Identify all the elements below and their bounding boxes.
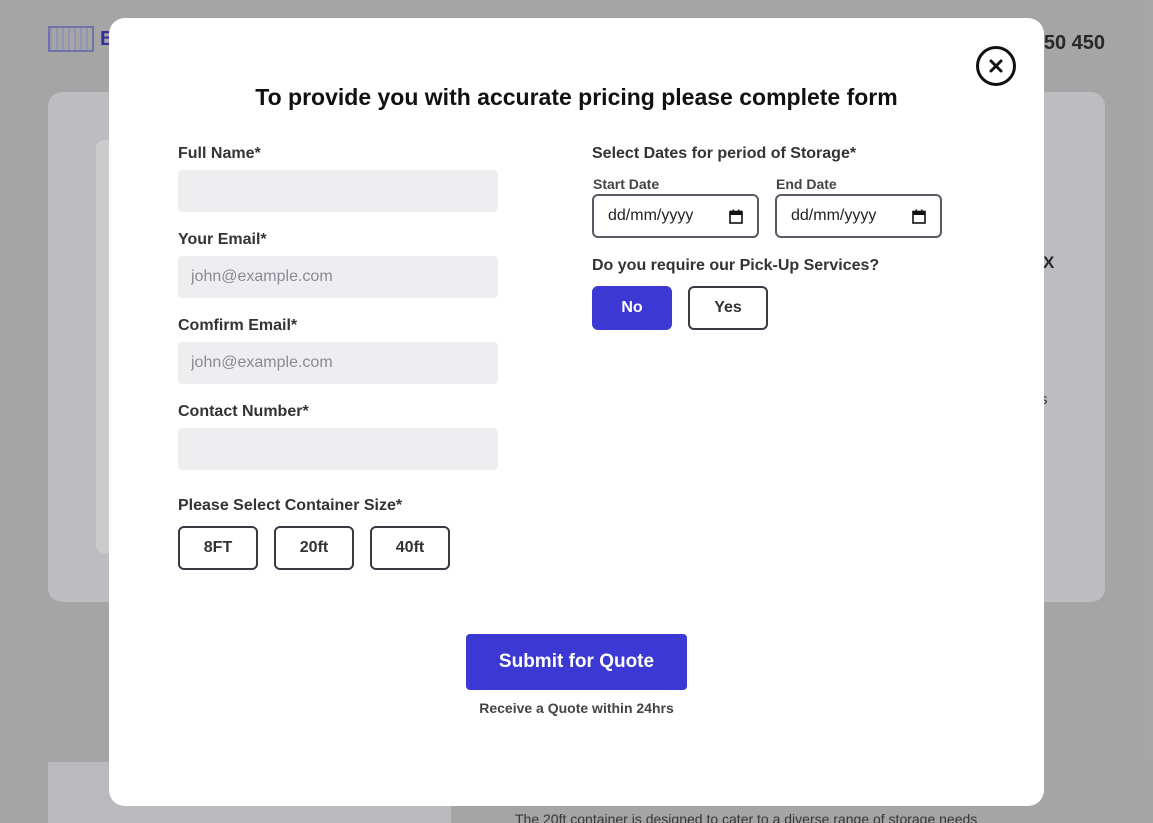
size-40ft-button[interactable]: 40ft [370, 526, 450, 570]
pickup-no-button[interactable]: No [592, 286, 672, 330]
close-icon [989, 59, 1003, 73]
container-size-label: Please Select Container Size* [178, 497, 403, 514]
size-20ft-button[interactable]: 20ft [274, 526, 354, 570]
end-date-label: End Date [776, 176, 837, 192]
calendar-icon[interactable] [729, 209, 743, 224]
email-input[interactable] [178, 256, 498, 298]
contact-number-label: Contact Number* [178, 403, 309, 420]
calendar-icon[interactable] [912, 209, 926, 224]
end-date-value: dd/mm/yyyy [791, 207, 877, 224]
end-date-input[interactable]: dd/mm/yyyy [775, 194, 942, 238]
submit-note: Receive a Quote within 24hrs [479, 700, 674, 716]
confirm-email-label: Comfirm Email* [178, 317, 298, 334]
quote-modal: To provide you with accurate pricing ple… [109, 18, 1044, 806]
start-date-input[interactable]: dd/mm/yyyy [592, 194, 759, 238]
contact-number-input[interactable] [178, 428, 498, 470]
pickup-label: Do you require our Pick-Up Services? [592, 257, 880, 274]
email-label: Your Email* [178, 231, 267, 248]
start-date-value: dd/mm/yyyy [608, 207, 694, 224]
storage-dates-label: Select Dates for period of Storage* [592, 145, 857, 162]
confirm-email-input[interactable] [178, 342, 498, 384]
submit-quote-button[interactable]: Submit for Quote [466, 634, 687, 690]
modal-title: To provide you with accurate pricing ple… [255, 84, 898, 110]
close-button[interactable] [976, 46, 1016, 86]
pickup-yes-button[interactable]: Yes [688, 286, 768, 330]
full-name-label: Full Name* [178, 145, 261, 162]
start-date-label: Start Date [593, 176, 660, 192]
full-name-input[interactable] [178, 170, 498, 212]
size-8ft-button[interactable]: 8FT [178, 526, 258, 570]
